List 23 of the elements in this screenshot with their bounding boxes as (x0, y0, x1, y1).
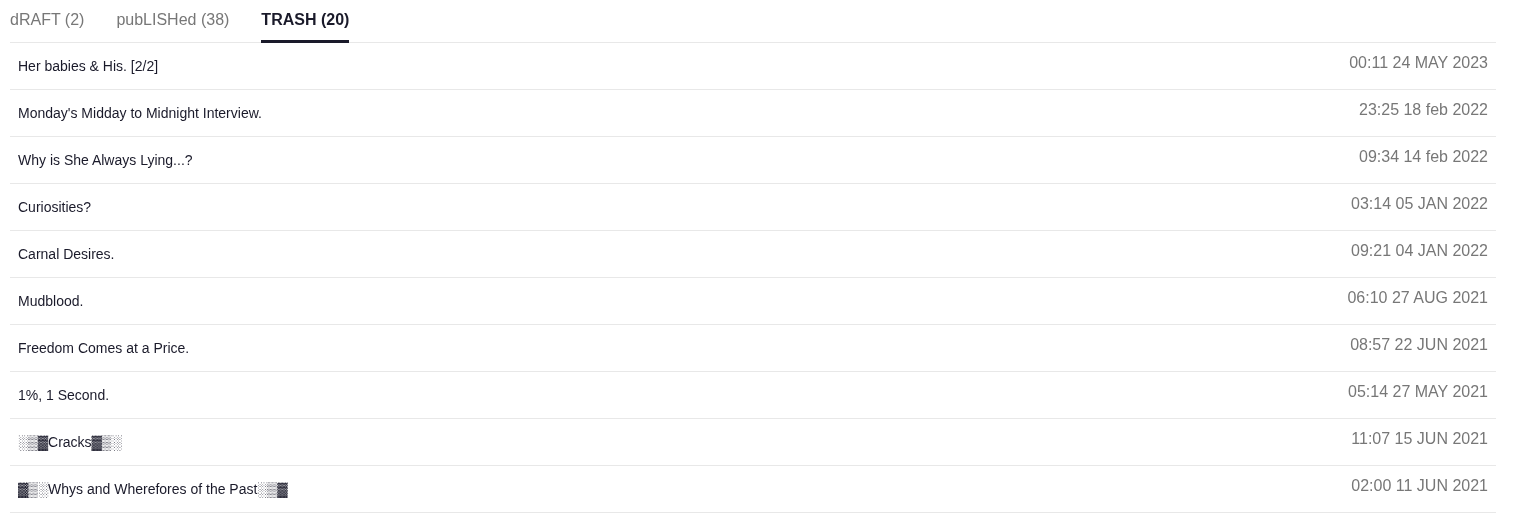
story-title[interactable]: ░▒▓Cracks▓▒░ (18, 434, 122, 450)
date-text: 03:14 05 JAN 2022 (1351, 195, 1488, 213)
story-title[interactable]: Mudblood. (18, 293, 84, 309)
story-title[interactable]: Carnal Desires. (18, 246, 115, 262)
tab[interactable]: dRAFT (2) (10, 0, 85, 43)
date-text: 09:34 14 feb 2022 (1359, 148, 1488, 166)
story-title[interactable]: ▓▒░Whys and Wherefores of the Past░▒▓ (18, 481, 288, 497)
date-text: 11:07 15 JUN 2021 (1351, 430, 1488, 448)
story-title[interactable]: Curiosities? (18, 199, 92, 215)
date-text: 08:57 22 JUN 2021 (1350, 336, 1488, 354)
tab[interactable]: pubLISHed (38) (116, 0, 230, 43)
story-title[interactable]: Freedom Comes at a Price. (18, 340, 190, 356)
date-text: 09:21 04 JAN 2022 (1351, 242, 1488, 260)
story-title[interactable]: Her babies & His. [2/2] (18, 58, 159, 74)
story-title[interactable]: 1%, 1 Second. (18, 387, 110, 403)
date-text: 05:14 27 MAY 2021 (1348, 383, 1488, 401)
story-title[interactable]: Monday's Midday to Midnight Interview. (18, 105, 262, 121)
date-text: 06:10 27 AUG 2021 (1347, 289, 1488, 307)
tab[interactable]: TRASH (20) (261, 0, 350, 43)
date-text: 00:11 24 MAY 2023 (1349, 54, 1488, 72)
date-text: 02:00 11 JUN 2021 (1351, 477, 1488, 495)
story-title[interactable]: Why is She Always Lying...? (18, 152, 193, 168)
date-text: 23:25 18 feb 2022 (1359, 101, 1488, 119)
